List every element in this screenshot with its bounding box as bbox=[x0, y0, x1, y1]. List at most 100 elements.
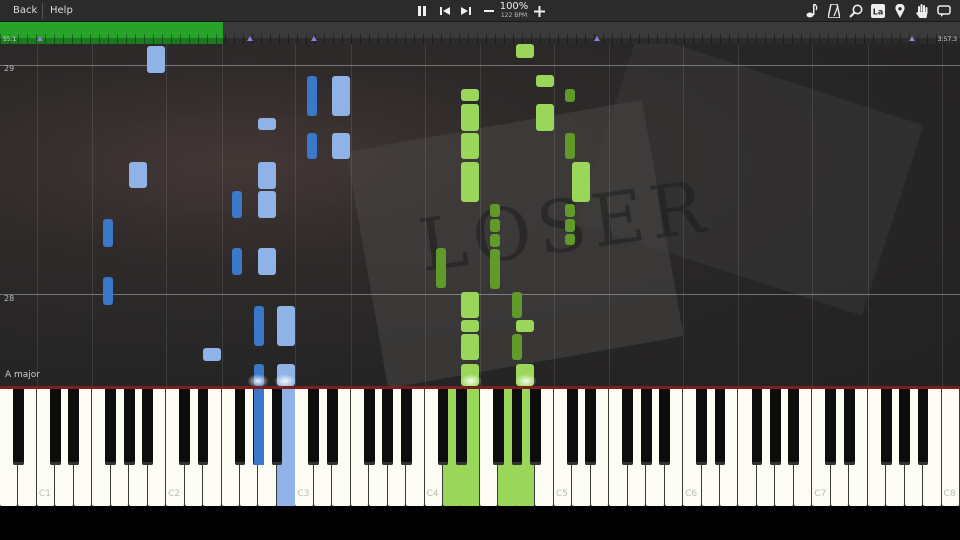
minus-icon[interactable] bbox=[480, 2, 498, 20]
timeline-marker[interactable] bbox=[246, 36, 253, 41]
timeline-ticks bbox=[0, 34, 960, 44]
black-key-a7s[interactable] bbox=[917, 389, 929, 465]
black-key-d2s[interactable] bbox=[197, 389, 209, 465]
black-key-f7s[interactable] bbox=[880, 389, 892, 465]
grid-line bbox=[166, 44, 168, 386]
top-toolbar: Back Help 100% 122 BPM La bbox=[0, 0, 960, 22]
right-hand-note bbox=[461, 104, 479, 131]
note-icon[interactable] bbox=[803, 2, 821, 20]
note-hit-sparkle bbox=[274, 374, 296, 386]
black-key-d4s[interactable] bbox=[456, 389, 467, 465]
timeline-marker[interactable] bbox=[310, 36, 317, 41]
label-icon[interactable]: La bbox=[869, 2, 887, 20]
skip-forward-icon[interactable] bbox=[457, 2, 475, 20]
measure-number: 29 bbox=[4, 64, 15, 73]
black-key-c7s[interactable] bbox=[825, 389, 837, 465]
black-key-g7s[interactable] bbox=[899, 389, 910, 465]
black-key-g6s[interactable] bbox=[770, 389, 781, 465]
black-key-c3s[interactable] bbox=[308, 389, 320, 465]
right-hand-note bbox=[512, 292, 522, 318]
right-hand-note bbox=[461, 292, 479, 318]
right-hand-note bbox=[536, 75, 554, 87]
right-hand-note bbox=[461, 133, 479, 159]
right-hand-note bbox=[512, 334, 522, 360]
pause-icon[interactable] bbox=[413, 2, 431, 20]
black-key-c4s[interactable] bbox=[437, 389, 449, 465]
metronome-icon[interactable] bbox=[825, 2, 843, 20]
help-button[interactable]: Help bbox=[45, 3, 78, 19]
right-hand-note bbox=[565, 89, 575, 102]
right-hand-note bbox=[461, 334, 479, 360]
grid-line bbox=[295, 44, 297, 386]
black-key-c2s[interactable] bbox=[179, 389, 190, 465]
timeline-marker[interactable] bbox=[909, 36, 915, 41]
back-button[interactable]: Back bbox=[8, 3, 42, 19]
grid-line bbox=[867, 44, 869, 386]
black-key-f6s[interactable] bbox=[751, 389, 763, 465]
black-key-g4s[interactable] bbox=[511, 389, 523, 465]
black-key-d1s[interactable] bbox=[68, 389, 80, 465]
measure-number: 28 bbox=[4, 294, 15, 303]
speech-bubble-icon[interactable] bbox=[935, 2, 953, 20]
black-key-c6s[interactable] bbox=[696, 389, 707, 465]
hand-icon[interactable] bbox=[913, 2, 931, 20]
grid-line bbox=[553, 44, 555, 386]
black-key-f5s[interactable] bbox=[622, 389, 634, 465]
left-hand-note bbox=[332, 133, 350, 159]
timeline-marker[interactable] bbox=[37, 36, 44, 41]
left-hand-note bbox=[232, 248, 242, 275]
black-key-d6s[interactable] bbox=[714, 389, 726, 465]
right-hand-note bbox=[490, 249, 500, 289]
octave-label: C1 bbox=[38, 489, 51, 499]
left-hand-note bbox=[103, 219, 113, 247]
black-key-a6s[interactable] bbox=[788, 389, 800, 465]
black-key-g5s[interactable] bbox=[640, 389, 652, 465]
black-key-c5s[interactable] bbox=[566, 389, 578, 465]
black-key-a0s[interactable] bbox=[13, 389, 24, 465]
left-hand-note bbox=[232, 191, 242, 218]
black-key-g3s[interactable] bbox=[382, 389, 394, 465]
right-hand-note bbox=[516, 320, 534, 332]
falling-notes-area: LOSER 29 28 A major bbox=[0, 44, 960, 386]
right-hand-note bbox=[490, 219, 500, 232]
grid-line bbox=[221, 44, 223, 386]
right-hand-note bbox=[490, 204, 500, 217]
left-hand-note bbox=[258, 191, 276, 218]
total-time: 3:57.3 bbox=[937, 36, 957, 43]
black-key-f2s[interactable] bbox=[234, 389, 246, 465]
left-hand-note bbox=[258, 118, 276, 130]
grid-line bbox=[683, 44, 685, 386]
right-hand-note bbox=[536, 104, 554, 131]
left-hand-note bbox=[307, 133, 317, 159]
black-key-a5s[interactable] bbox=[659, 389, 670, 465]
black-key-d5s[interactable] bbox=[585, 389, 597, 465]
left-hand-note bbox=[147, 46, 165, 73]
right-hand-note bbox=[516, 44, 534, 58]
black-key-c1s[interactable] bbox=[50, 389, 61, 465]
skip-back-icon[interactable] bbox=[436, 2, 454, 20]
location-pin-icon[interactable] bbox=[891, 2, 909, 20]
grid-line bbox=[92, 44, 94, 386]
piano-keyboard[interactable]: C1 C2 C3 C4 C5 C6 C7 C8 bbox=[0, 389, 960, 506]
speed-percent: 100% bbox=[499, 1, 529, 12]
black-key-a4s[interactable] bbox=[530, 389, 541, 465]
black-key-f1s[interactable] bbox=[105, 389, 117, 465]
plus-icon[interactable] bbox=[530, 2, 548, 20]
magnifier-icon[interactable] bbox=[847, 2, 865, 20]
toolbar-divider bbox=[42, 3, 43, 19]
black-key-a3s[interactable] bbox=[400, 389, 412, 465]
grid-line bbox=[480, 44, 481, 386]
black-key-g1s[interactable] bbox=[123, 389, 135, 465]
measure-line bbox=[0, 294, 960, 295]
left-hand-note bbox=[103, 277, 113, 305]
black-key-a1s[interactable] bbox=[142, 389, 154, 465]
black-key-d7s[interactable] bbox=[843, 389, 855, 465]
timeline-bar[interactable]: 55.1 3:57.3 bbox=[0, 22, 960, 44]
black-key-d3s[interactable] bbox=[326, 389, 338, 465]
octave-label: C8 bbox=[943, 489, 956, 499]
right-hand-note bbox=[461, 162, 479, 202]
black-key-f3s[interactable] bbox=[363, 389, 375, 465]
black-key-a2s[interactable] bbox=[271, 389, 283, 465]
timeline-marker[interactable] bbox=[594, 36, 601, 41]
black-key-f4s[interactable] bbox=[493, 389, 504, 465]
